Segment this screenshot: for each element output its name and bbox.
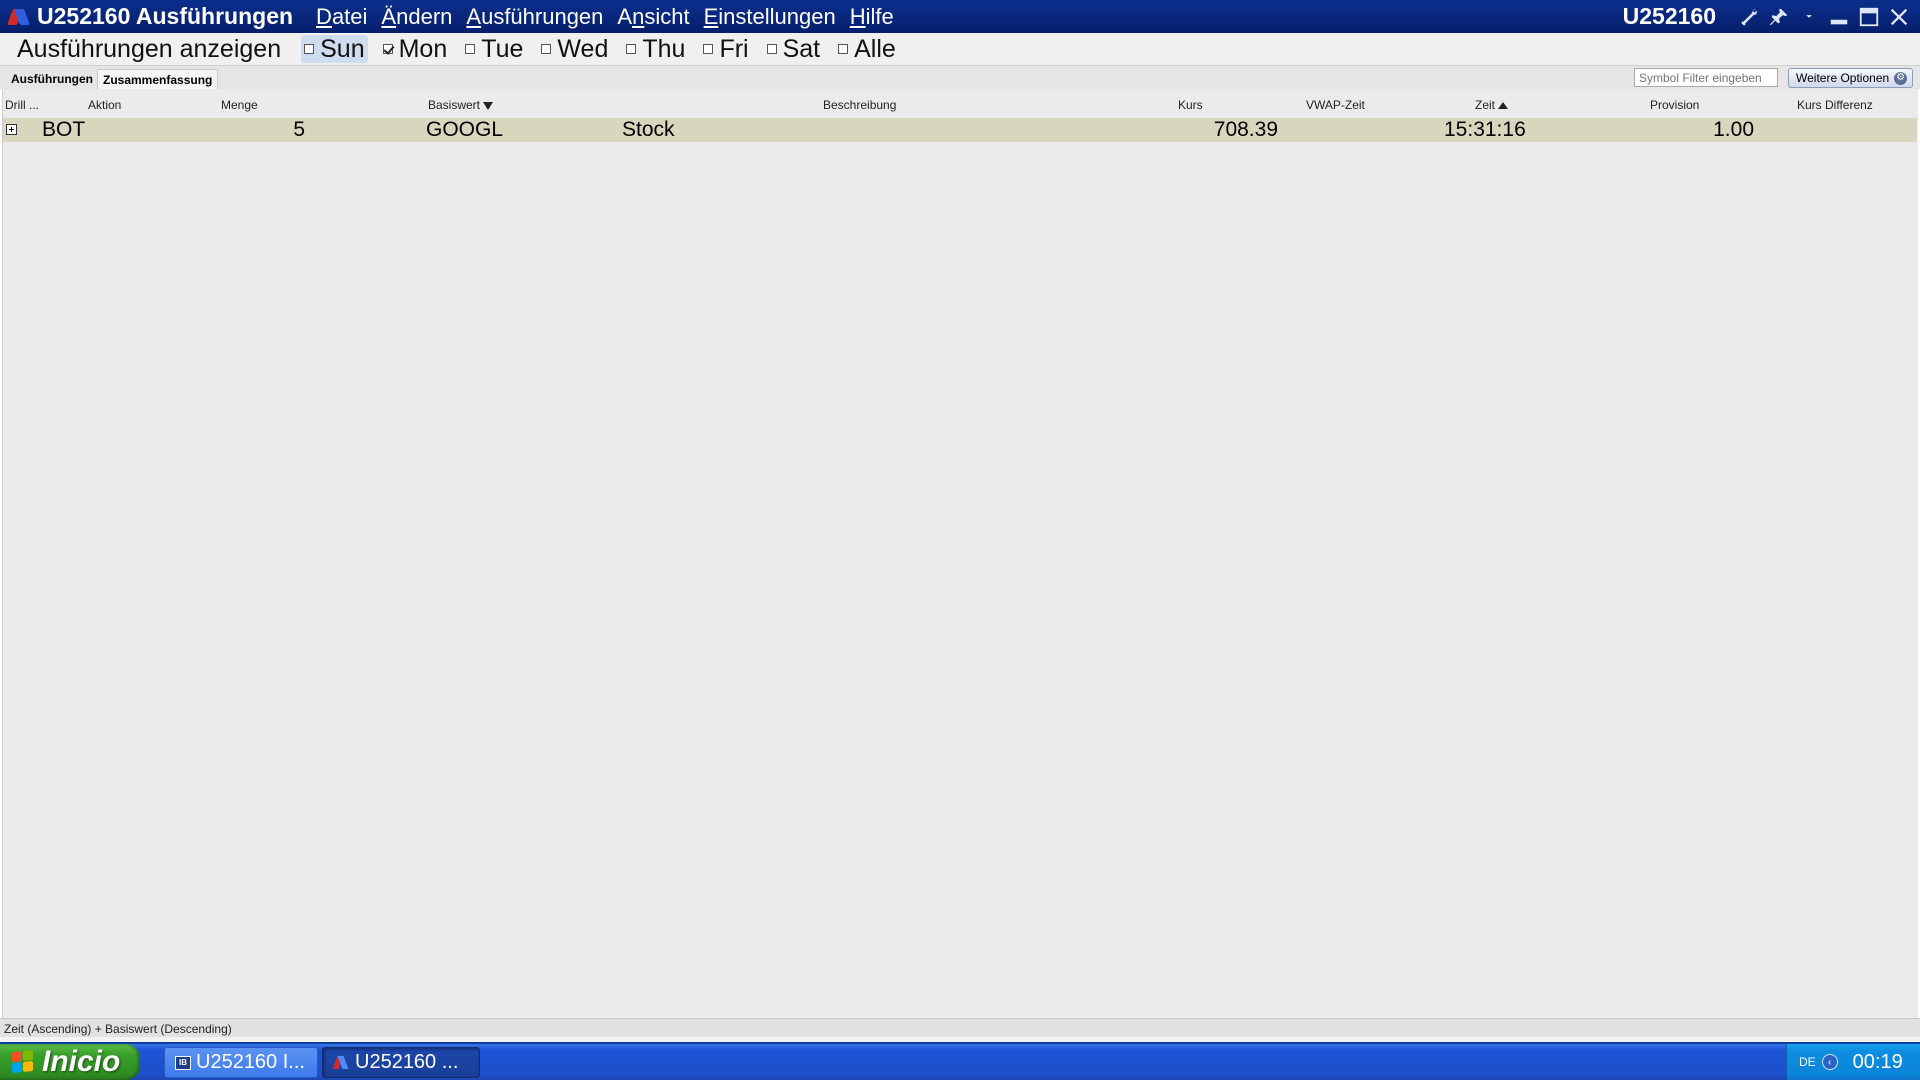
checkbox-icon xyxy=(703,44,714,54)
col-commission[interactable]: Provision xyxy=(1650,98,1699,112)
dropdown-arrow-icon[interactable] xyxy=(1794,2,1824,32)
col-vwap-time[interactable]: VWAP-Zeit xyxy=(1306,98,1365,112)
cell-type: Stock xyxy=(622,118,675,141)
cell-quantity: 5 xyxy=(293,118,305,141)
options-gear-icon: ⚙ xyxy=(1894,71,1908,85)
trader-workstation-logo-icon xyxy=(7,6,30,28)
col-quantity[interactable]: Menge xyxy=(221,98,258,112)
tab-executions[interactable]: Ausführungen xyxy=(6,69,98,89)
taskbar-button-label: U252160 ... xyxy=(355,1051,459,1073)
account-id: U252160 xyxy=(1622,3,1716,29)
tab-summary[interactable]: Zusammenfassung xyxy=(97,69,219,89)
title-bar: U252160 Ausführungen Datei Ändern Ausfüh… xyxy=(0,0,1920,33)
start-button[interactable]: Inicio xyxy=(0,1044,140,1080)
menu-ansicht[interactable]: Ansicht xyxy=(610,4,696,30)
expand-plus-icon[interactable] xyxy=(6,124,17,135)
more-options-button[interactable]: Weitere Optionen ⚙ xyxy=(1788,68,1913,88)
tab-bar: Ausführungen Zusammenfassung Weitere Opt… xyxy=(0,65,1920,89)
grid-header: Drill ... Aktion Menge Basiswert Beschre… xyxy=(3,89,1918,117)
table-row[interactable]: BOT 5 GOOGL Stock 708.39 15:31:16 1.00 xyxy=(3,118,1917,142)
cell-action: BOT xyxy=(42,118,86,141)
maximize-icon[interactable] xyxy=(1854,2,1884,32)
day-checkbox-wed[interactable]: Wed xyxy=(538,35,611,63)
menu-einstellungen[interactable]: Einstellungen xyxy=(697,4,843,30)
taskbar-button-ib[interactable]: IB U252160 I... xyxy=(164,1047,318,1078)
cell-time: 15:31:16 xyxy=(1444,118,1526,141)
checkbox-icon xyxy=(541,44,552,54)
pin-icon[interactable] xyxy=(1764,2,1794,32)
menu-bar: Datei Ändern Ausführungen Ansicht Einste… xyxy=(309,4,901,30)
checkbox-icon xyxy=(465,44,476,54)
wrench-icon[interactable] xyxy=(1734,2,1764,32)
menu-ausfuehrungen[interactable]: Ausführungen xyxy=(459,4,610,30)
window-title: U252160 Ausführungen xyxy=(37,3,294,29)
checkbox-icon xyxy=(838,44,849,54)
windows-logo-icon xyxy=(12,1049,34,1074)
day-checkbox-sun[interactable]: Sun xyxy=(301,35,368,63)
col-time-label: Zeit xyxy=(1475,98,1496,112)
day-filter-bar: Ausführungen anzeigen Sun Mon Tue Wed Th… xyxy=(0,33,1920,65)
sort-ascending-icon xyxy=(1498,102,1509,110)
ib-app-icon: IB xyxy=(175,1055,191,1070)
col-price-diff[interactable]: Kurs Differenz xyxy=(1797,98,1873,112)
executions-grid: Drill ... Aktion Menge Basiswert Beschre… xyxy=(2,89,1918,1018)
col-underlying-label: Basiswert xyxy=(428,98,481,112)
day-checkbox-fri[interactable]: Fri xyxy=(700,35,751,63)
checkbox-icon xyxy=(382,44,393,54)
col-description[interactable]: Beschreibung xyxy=(823,98,896,112)
system-tray: DE ‹ 00:19 xyxy=(1786,1044,1920,1080)
checkbox-icon xyxy=(626,44,637,54)
symbol-filter-input[interactable] xyxy=(1634,68,1778,87)
windows-taskbar: Inicio IB U252160 I... U252160 ... DE ‹ … xyxy=(0,1044,1920,1080)
taskbar-button-tws[interactable]: U252160 ... xyxy=(322,1047,480,1078)
cell-price: 708.39 xyxy=(1213,118,1278,141)
checkbox-icon xyxy=(304,44,315,54)
cell-underlying: GOOGL xyxy=(426,118,504,141)
sort-descending-icon xyxy=(483,101,494,110)
filter-label: Ausführungen anzeigen xyxy=(17,34,282,63)
col-drill[interactable]: Drill ... xyxy=(5,98,39,112)
col-price[interactable]: Kurs xyxy=(1178,98,1203,112)
clock: 00:19 xyxy=(1852,1050,1903,1073)
close-icon[interactable] xyxy=(1884,2,1914,32)
more-options-label: Weitere Optionen xyxy=(1796,71,1890,85)
col-time[interactable]: Zeit xyxy=(1475,98,1509,112)
day-checkbox-thu[interactable]: Thu xyxy=(623,35,688,63)
language-indicator[interactable]: DE xyxy=(1799,1055,1816,1069)
day-checkbox-all[interactable]: Alle xyxy=(835,35,899,63)
minimize-icon[interactable] xyxy=(1824,2,1854,32)
day-checkbox-mon[interactable]: Mon xyxy=(380,35,451,63)
taskbar-button-label: U252160 I... xyxy=(196,1051,305,1073)
menu-aendern[interactable]: Ändern xyxy=(374,4,459,30)
title-bar-controls: U252160 xyxy=(1623,0,1920,33)
network-tray-icon[interactable]: ‹ xyxy=(1821,1054,1838,1070)
sort-status-bar: Zeit (Ascending) + Basiswert (Descending… xyxy=(0,1018,1920,1037)
window-bottom-edge xyxy=(0,1037,1920,1044)
tws-app-icon xyxy=(332,1055,349,1071)
cell-commission: 1.00 xyxy=(1713,118,1754,141)
checkbox-icon xyxy=(766,44,777,54)
menu-datei[interactable]: Datei xyxy=(309,4,374,30)
col-action[interactable]: Aktion xyxy=(88,98,121,112)
day-checkbox-tue[interactable]: Tue xyxy=(462,35,526,63)
day-checkbox-sat[interactable]: Sat xyxy=(764,35,824,63)
col-underlying[interactable]: Basiswert xyxy=(428,98,494,112)
menu-hilfe[interactable]: Hilfe xyxy=(843,4,901,30)
start-label: Inicio xyxy=(42,1045,121,1078)
